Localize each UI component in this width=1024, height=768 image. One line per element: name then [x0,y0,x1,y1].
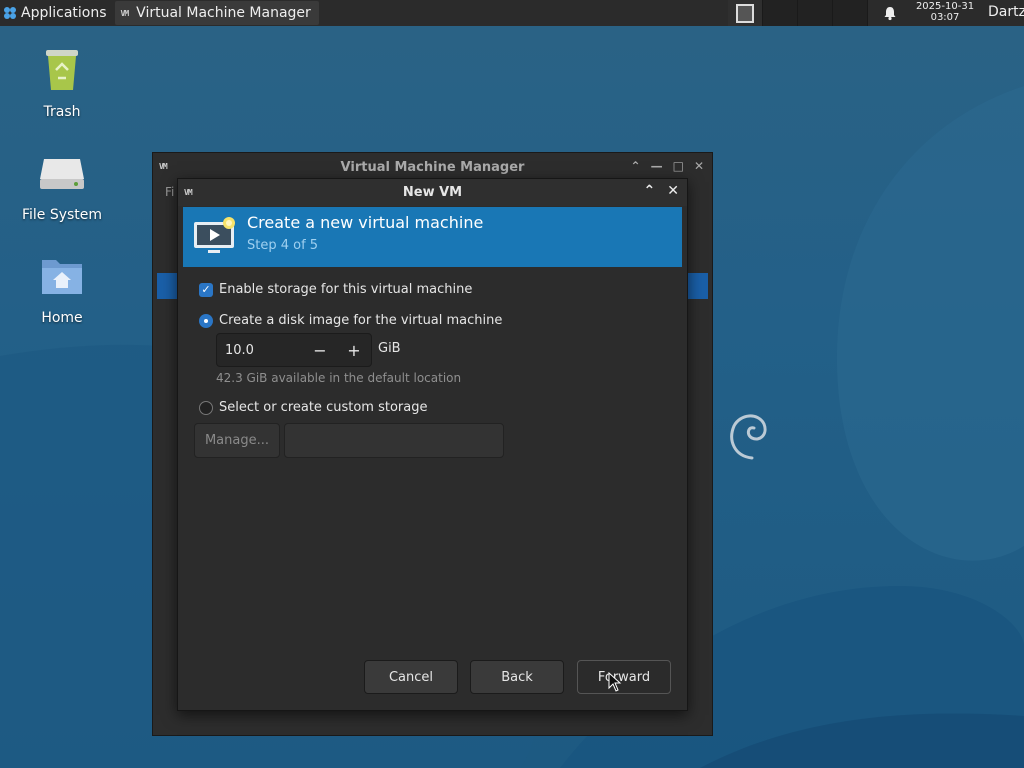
vmm-menu-file[interactable]: Fi [165,185,174,199]
applications-icon [4,7,16,19]
clock-time: 03:07 [930,12,960,23]
applications-label: Applications [21,5,107,21]
taskbar-label: Virtual Machine Manager [136,5,311,21]
wizard-title: Create a new virtual machine [247,213,484,232]
workspace-icon [736,3,754,23]
workspace-4[interactable] [833,0,868,26]
applications-menu-button[interactable]: Applications [0,0,109,26]
shade-icon[interactable]: ⌃ [644,183,656,199]
back-button[interactable]: Back [470,660,564,694]
workspace-3[interactable] [798,0,833,26]
custom-storage-label: Select or create custom storage [219,400,428,415]
workspace-2[interactable] [763,0,798,26]
custom-storage-radio[interactable]: Select or create custom storage [199,400,427,415]
workspace-1[interactable] [728,0,763,26]
disk-size-unit: GiB [378,341,401,356]
cancel-button[interactable]: Cancel [364,660,458,694]
clock[interactable]: 2025-10-31 03:07 [906,1,984,23]
dialog-window-controls: ⌃ ✕ [644,183,679,199]
dialog-titlebar[interactable]: VM New VM ⌃ ✕ [178,179,687,206]
vmm-window-title: Virtual Machine Manager [340,159,525,175]
create-disk-label: Create a disk image for the virtual mach… [219,313,503,328]
taskbar-button-vmm[interactable]: VM Virtual Machine Manager [114,1,319,25]
maximize-icon[interactable]: □ [673,159,684,173]
desktop-icon-label: Trash [43,104,81,120]
desktop-icon-label: File System [21,207,103,223]
wizard-step: Step 4 of 5 [247,238,319,253]
home-folder-icon [42,260,82,294]
bell-icon[interactable] [882,5,898,21]
user-menu[interactable]: Dartz [988,4,1024,20]
mouse-cursor-icon [608,672,622,692]
wizard-banner: Create a new virtual machine Step 4 of 5 [183,207,682,267]
desktop-icon-trash[interactable]: Trash [12,46,112,120]
workspace-switcher[interactable] [728,0,868,26]
minimize-icon[interactable]: — [651,159,663,173]
disk-size-spinbutton[interactable]: 10.0 − + [216,333,372,367]
dialog-title: New VM [402,185,463,200]
radio-unselected-icon [199,400,213,415]
desktop-icon-filesystem[interactable]: File System [12,149,112,223]
desktop-icon-home[interactable]: Home [12,252,112,326]
debian-swirl-logo [730,414,767,460]
close-icon[interactable]: ✕ [667,183,679,199]
new-vm-dialog: VM New VM ⌃ ✕ Create a new virtual machi… [177,178,688,711]
create-disk-radio[interactable]: Create a disk image for the virtual mach… [199,313,502,328]
drive-icon [40,159,84,189]
vm-app-icon: VM [159,162,168,171]
shade-icon[interactable]: ⌃ [631,159,641,173]
trash-icon [46,50,78,90]
checkmark-icon: ✓ [199,282,213,297]
custom-storage-path-input[interactable] [284,423,504,458]
available-space-text: 42.3 GiB available in the default locati… [216,371,462,385]
radio-selected-icon [199,313,213,328]
vm-app-icon: VM [120,8,130,18]
vmm-titlebar[interactable]: VM Virtual Machine Manager ⌃ — □ ✕ [153,153,712,181]
vm-app-icon: VM [184,188,193,197]
decrease-size-button[interactable]: − [303,341,337,360]
enable-storage-checkbox[interactable]: ✓ Enable storage for this virtual machin… [199,282,472,297]
new-vm-monitor-icon [194,217,235,253]
forward-button[interactable]: Forward [577,660,671,694]
desktop-icon-label: Home [41,310,83,326]
close-icon[interactable]: ✕ [694,159,704,173]
manage-button[interactable]: Manage... [194,423,280,458]
increase-size-button[interactable]: + [337,341,371,360]
clock-date: 2025-10-31 [915,1,975,12]
vmm-window-controls: ⌃ — □ ✕ [631,159,704,173]
disk-size-value[interactable]: 10.0 [217,343,303,358]
top-panel: Applications VM Virtual Machine Manager … [0,0,1024,26]
enable-storage-label: Enable storage for this virtual machine [219,282,473,297]
